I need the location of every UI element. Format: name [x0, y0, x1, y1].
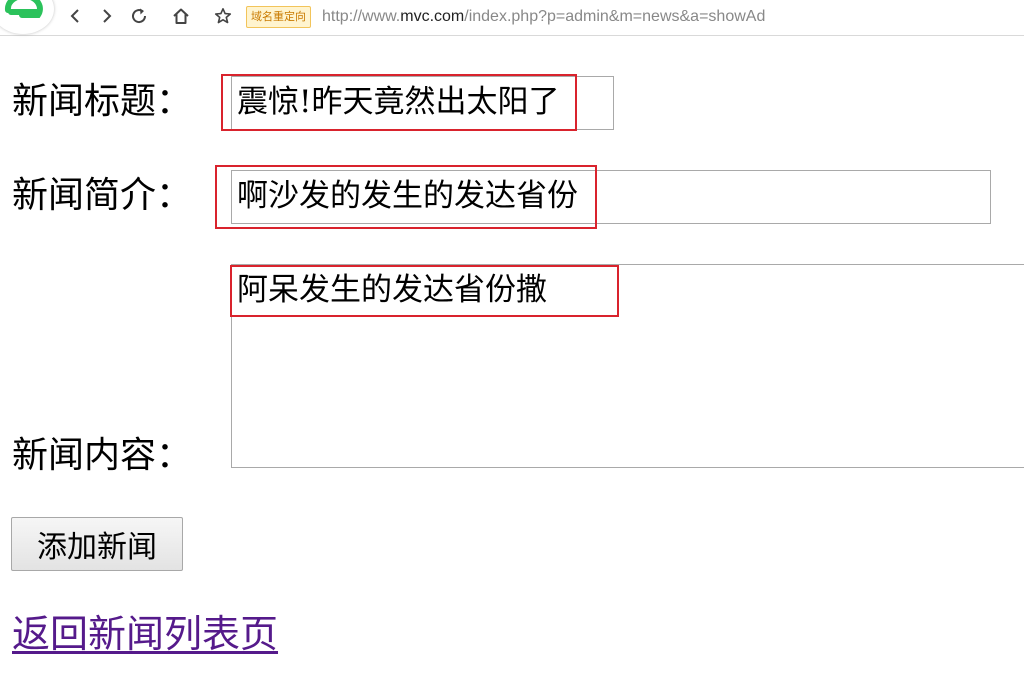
- reload-icon[interactable]: [128, 5, 150, 27]
- news-intro-label: 新闻简介：: [12, 175, 193, 216]
- url-host: mvc.com: [400, 8, 465, 25]
- back-to-news-list-link[interactable]: 返回新闻列表页: [12, 610, 278, 658]
- news-intro-input[interactable]: 啊沙发的发生的发达省份: [231, 170, 991, 224]
- browser-logo-icon[interactable]: [0, 0, 54, 34]
- url-path: /index.php?p=admin&m=news&a=showAd: [464, 8, 766, 25]
- news-title-input[interactable]: 震惊!昨天竟然出太阳了: [231, 76, 614, 130]
- home-icon[interactable]: [170, 5, 192, 27]
- add-news-button[interactable]: 添加新闻: [11, 517, 183, 571]
- browser-toolbar: 域名重定向 http://www.mvc.com/index.php?p=adm…: [0, 0, 1024, 36]
- address-bar[interactable]: http://www.mvc.com/index.php?p=admin&m=n…: [322, 6, 765, 28]
- redirect-badge[interactable]: 域名重定向: [246, 6, 311, 28]
- url-scheme: http://www.: [322, 8, 401, 25]
- news-content-textarea[interactable]: 阿呆发生的发达省份撒: [231, 264, 1024, 468]
- forward-icon[interactable]: [96, 5, 118, 27]
- star-icon[interactable]: [212, 5, 234, 27]
- news-content-label: 新闻内容：: [12, 435, 193, 476]
- news-title-label: 新闻标题：: [12, 81, 193, 122]
- back-icon[interactable]: [64, 5, 86, 27]
